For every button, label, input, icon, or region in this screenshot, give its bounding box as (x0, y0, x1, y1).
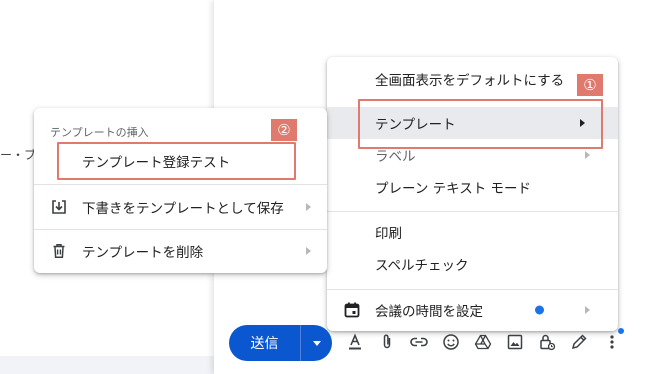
menu-item-label: 下書きをテンプレートとして保存 (82, 201, 284, 217)
callout-templates (358, 99, 603, 149)
emoji-icon[interactable] (440, 331, 462, 353)
menu-item-label: 印刷 (375, 226, 402, 242)
pen-icon[interactable] (568, 331, 590, 353)
menu-item-label: スペルチェック (375, 258, 469, 274)
menu-item-label: 会議の時間を設定 (375, 304, 483, 320)
menu-item-delete-template[interactable]: テンプレートを削除 (34, 235, 327, 267)
link-icon[interactable] (408, 331, 430, 353)
cut-off-text: ー・ブ (0, 148, 37, 162)
callout-badge-1: ① (577, 74, 603, 96)
menu-item-fullscreen-default[interactable]: 全画面表示をデフォルトにする (327, 63, 618, 95)
menu-item-print[interactable]: 印刷 (327, 216, 618, 248)
chevron-right-icon (585, 306, 590, 314)
menu-divider (327, 211, 618, 212)
menu-item-plain-text-mode[interactable]: プレーン テキスト モード (327, 171, 618, 203)
chevron-right-icon (306, 203, 311, 211)
bottom-strip (0, 356, 214, 374)
download-box-icon (50, 198, 68, 216)
menu-item-save-draft-as-template[interactable]: 下書きをテンプレートとして保存 (34, 191, 327, 223)
drive-icon[interactable] (472, 331, 494, 353)
chevron-down-icon (312, 340, 321, 346)
section-title: テンプレートの挿入 (50, 126, 149, 139)
menu-item-label: テンプレートを削除 (82, 245, 204, 261)
format-text-icon[interactable] (344, 331, 366, 353)
callout-template-item (57, 142, 296, 180)
trash-icon (50, 242, 68, 260)
attach-icon[interactable] (376, 331, 398, 353)
menu-divider (34, 229, 327, 230)
menu-item-set-meeting-time[interactable]: 会議の時間を設定 (327, 294, 618, 326)
photo-icon[interactable] (504, 331, 526, 353)
send-button-group: 送信 (229, 325, 332, 361)
send-options-dropdown[interactable] (301, 325, 332, 361)
send-button[interactable]: 送信 (229, 325, 301, 361)
menu-divider (327, 289, 618, 290)
chevron-right-icon (306, 247, 311, 255)
calendar-icon (343, 301, 361, 319)
menu-divider (34, 184, 327, 185)
lock-clock-icon[interactable] (536, 331, 558, 353)
notification-dot (535, 305, 544, 315)
menu-item-spellcheck[interactable]: スペルチェック (327, 248, 618, 280)
callout-badge-2: ② (271, 119, 297, 141)
more-vert-icon[interactable] (601, 331, 623, 353)
menu-item-label: プレーン テキスト モード (375, 181, 532, 197)
chevron-right-icon (585, 151, 590, 159)
menu-item-label: 全画面表示をデフォルトにする (375, 73, 565, 89)
notification-dot (618, 328, 624, 334)
